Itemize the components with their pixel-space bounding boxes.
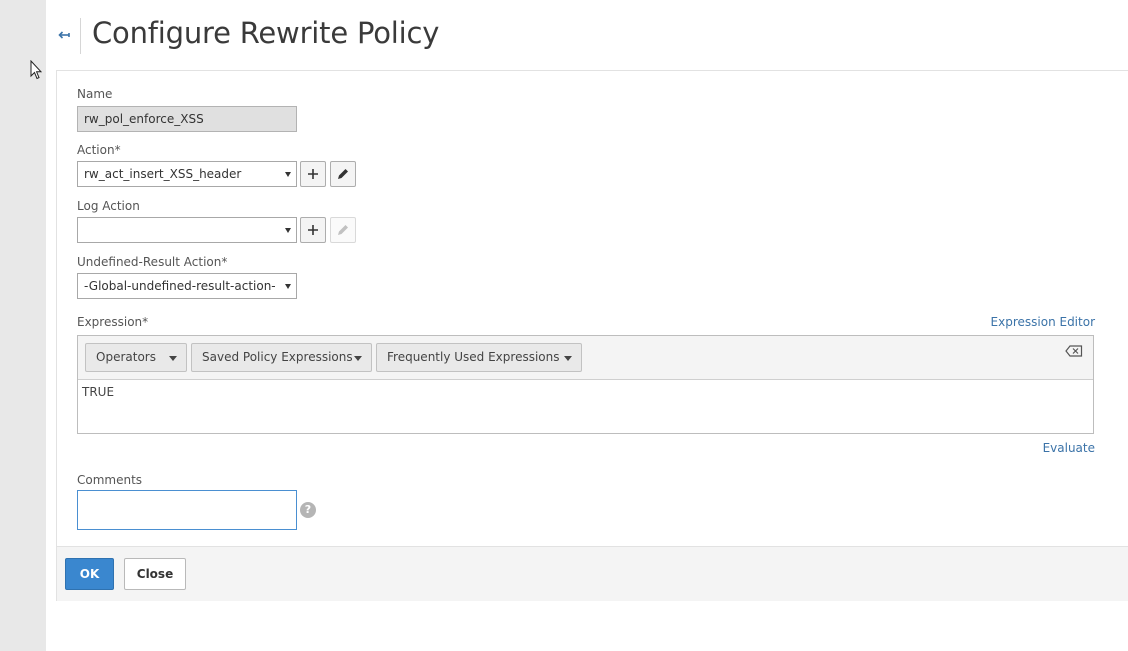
edit-log-action-button <box>330 217 356 243</box>
ok-button[interactable]: OK <box>65 558 114 590</box>
chevron-down-icon <box>169 356 177 361</box>
log-action-label: Log Action <box>77 199 140 213</box>
chevron-down-icon <box>564 356 572 361</box>
expression-label: Expression* <box>77 315 149 329</box>
back-arrow-icon[interactable] <box>56 27 72 43</box>
action-select[interactable]: rw_act_insert_XSS_header <box>77 161 297 187</box>
undefined-result-action-value: -Global-undefined-result-action- <box>84 279 276 293</box>
plus-icon <box>308 225 318 235</box>
help-icon[interactable]: ? <box>300 502 316 518</box>
frequently-used-expressions-label: Frequently Used Expressions <box>387 350 560 364</box>
name-label: Name <box>77 87 113 101</box>
expression-editor-link[interactable]: Expression Editor <box>991 315 1095 329</box>
name-field: rw_pol_enforce_XSS <box>77 106 297 132</box>
evaluate-link[interactable]: Evaluate <box>1043 441 1095 455</box>
comments-input[interactable] <box>77 490 297 530</box>
expression-toolbar: Operators Saved Policy Expressions Frequ… <box>78 336 1093 380</box>
title-divider <box>80 18 81 54</box>
chevron-down-icon <box>354 356 362 361</box>
form-footer: OK Close <box>57 546 1128 601</box>
clear-icon[interactable] <box>1065 345 1083 357</box>
close-button[interactable]: Close <box>124 558 186 590</box>
mouse-cursor-icon <box>30 60 42 80</box>
action-select-value: rw_act_insert_XSS_header <box>84 167 242 181</box>
add-action-button[interactable] <box>300 161 326 187</box>
action-label: Action* <box>77 143 121 157</box>
saved-policy-expressions-dropdown[interactable]: Saved Policy Expressions <box>191 343 372 372</box>
operators-dropdown[interactable]: Operators <box>85 343 187 372</box>
pencil-icon <box>338 225 348 235</box>
log-action-select[interactable] <box>77 217 297 243</box>
chevron-down-icon <box>285 228 291 233</box>
operators-dropdown-label: Operators <box>96 350 156 364</box>
page-title: Configure Rewrite Policy <box>92 16 440 50</box>
plus-icon <box>308 169 318 179</box>
left-rail <box>0 0 46 651</box>
edit-action-button[interactable] <box>330 161 356 187</box>
expression-text-area[interactable]: TRUE <box>82 385 114 399</box>
frequently-used-expressions-dropdown[interactable]: Frequently Used Expressions <box>376 343 582 372</box>
chevron-down-icon <box>285 172 291 177</box>
undefined-result-action-label: Undefined-Result Action* <box>77 255 228 269</box>
pencil-icon <box>338 169 348 179</box>
chevron-down-icon <box>285 284 291 289</box>
expression-box: Operators Saved Policy Expressions Frequ… <box>77 335 1094 434</box>
undefined-result-action-select[interactable]: -Global-undefined-result-action- <box>77 273 297 299</box>
saved-policy-expressions-label: Saved Policy Expressions <box>202 350 353 364</box>
add-log-action-button[interactable] <box>300 217 326 243</box>
policy-form-panel: Name rw_pol_enforce_XSS Action* rw_act_i… <box>56 70 1128 601</box>
comments-label: Comments <box>77 473 143 487</box>
